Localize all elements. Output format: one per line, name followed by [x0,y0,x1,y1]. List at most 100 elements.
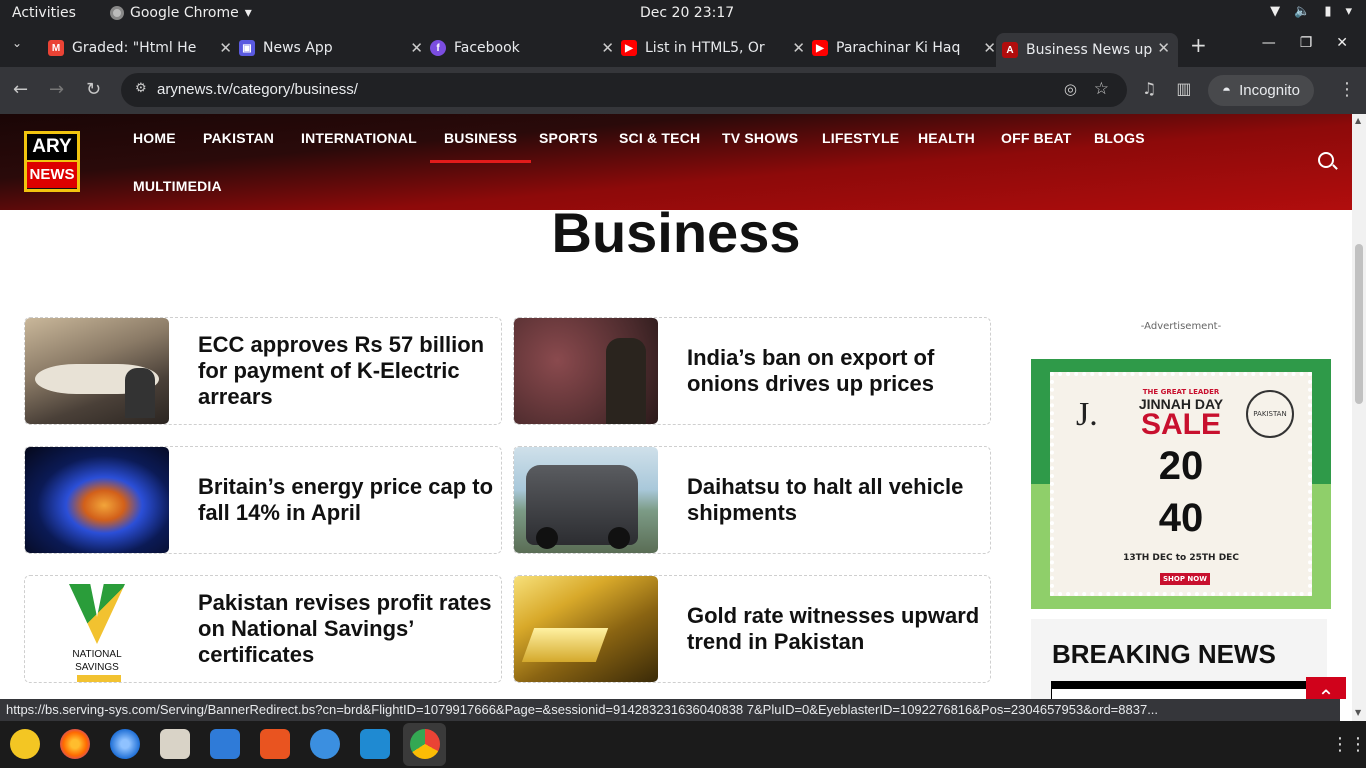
article-thumbnail[interactable] [514,576,658,682]
nav-tv-shows[interactable]: TV SHOWS [722,130,798,146]
eye-off-icon[interactable]: ◎ [1064,80,1077,98]
app-menu[interactable]: Google Chrome ▾ [110,5,252,21]
system-tray[interactable]: ▼ 🔈 ▮ ▾ [1270,4,1352,19]
ad-dates: 13TH DEC to 25TH DEC [1123,553,1239,563]
nav-off-beat[interactable]: OFF BEAT [1001,130,1072,146]
maximize-icon[interactable]: ❐ [1300,35,1313,51]
clock[interactable]: Dec 20 23:17 [640,5,734,21]
nav-blogs[interactable]: BLOGS [1094,130,1145,146]
side-panel-icon[interactable]: ▥ [1176,79,1191,98]
article-headline[interactable]: Pakistan revises profit rates on Nationa… [198,576,497,682]
tab-parachinar[interactable]: ▶ Parachinar Ki Haq ✕ [812,33,996,63]
appcenter-icon[interactable] [260,729,290,759]
gmail-icon: M [48,40,64,56]
close-icon[interactable]: ✕ [792,39,805,57]
site-info-icon[interactable]: ⚙ [135,81,147,96]
search-icon[interactable] [1318,152,1334,168]
thunderbird-icon[interactable] [110,729,140,759]
article-thumbnail[interactable] [514,318,658,424]
close-icon[interactable]: ✕ [219,39,232,57]
new-tab-button[interactable]: + [1190,33,1207,57]
nav-sports[interactable]: SPORTS [539,130,598,146]
article-headline[interactable]: India’s ban on export of onions drives u… [687,318,986,424]
article-thumbnail[interactable] [514,447,658,553]
back-to-top-button[interactable]: ⌃ [1306,677,1346,699]
rhythmbox-icon[interactable] [10,729,40,759]
facebook-icon: f [430,40,446,56]
show-apps-grid-icon[interactable]: ⋮⋮⋮ [1331,734,1366,755]
tab-strip: ⌄ M Graded: "Html He ✕ ▣ News App ✕ f Fa… [0,27,1366,67]
toolbar-actions: ♫ ▥ [1142,79,1191,98]
firefox-icon[interactable] [60,729,90,759]
breaking-news-box [1051,689,1317,699]
scroll-down-icon[interactable]: ▼ [1355,708,1361,717]
shop-now-button[interactable]: SHOP NOW [1160,573,1210,585]
forward-icon[interactable]: → [49,79,64,100]
vscode-icon[interactable] [360,729,390,759]
help-icon[interactable] [310,729,340,759]
minimize-icon[interactable]: — [1262,35,1276,51]
nav-home[interactable]: HOME [133,130,176,146]
arynews-icon: A [1002,42,1018,58]
article-card[interactable]: Gold rate witnesses upward trend in Paki… [513,575,991,683]
nav-international[interactable]: INTERNATIONAL [301,130,417,146]
close-icon[interactable]: ✕ [983,39,996,57]
activities-button[interactable]: Activities [12,5,76,21]
chrome-icon[interactable] [410,729,440,759]
tab-search-icon[interactable]: ⌄ [12,36,22,50]
article-headline[interactable]: Gold rate witnesses upward trend in Paki… [687,576,986,682]
address-bar[interactable]: ⚙ arynews.tv/category/business/ ◎ ☆ [121,73,1127,107]
files-icon[interactable] [160,729,190,759]
scroll-up-icon[interactable]: ▲ [1355,116,1361,125]
url-text[interactable]: arynews.tv/category/business/ [157,81,358,98]
article-card[interactable]: NATIONAL SAVINGS Pakistan revises profit… [24,575,502,683]
close-window-icon[interactable]: ✕ [1336,35,1348,51]
nav-pakistan[interactable]: PAKISTAN [203,130,274,146]
page-scrollbar[interactable]: ▲ ▼ [1352,114,1366,721]
window-controls: — ❐ ✕ [1262,35,1348,51]
ad-discount-2: 40 [1158,496,1204,540]
article-card[interactable]: Britain’s energy price cap to fall 14% i… [24,446,502,554]
nav-sci-tech[interactable]: SCI & TECH [619,130,700,146]
tab-facebook[interactable]: f Facebook ✕ [430,33,614,63]
close-icon[interactable]: ✕ [1157,39,1170,57]
nav-business[interactable]: BUSINESS [429,130,532,163]
incognito-badge[interactable]: ◓ Incognito [1208,75,1314,106]
article-thumbnail[interactable] [25,318,169,424]
site-header: ARY NEWS HOME PAKISTAN INTERNATIONAL BUS… [0,114,1352,210]
article-headline[interactable]: ECC approves Rs 57 billion for payment o… [198,318,497,424]
article-thumbnail[interactable] [25,447,169,553]
menu-kebab-icon[interactable]: ⋮ [1338,79,1356,100]
advertisement-banner[interactable]: J. PAKISTAN THE GREAT LEADER JINNAH DAY … [1031,359,1331,609]
tab-news-app[interactable]: ▣ News App ✕ [239,33,423,63]
close-icon[interactable]: ✕ [601,39,614,57]
tab-graded[interactable]: M Graded: "Html He ✕ [48,33,232,63]
battery-icon: ▮ [1324,4,1332,19]
chevron-down-icon: ▾ [1345,4,1352,19]
close-icon[interactable]: ✕ [410,39,423,57]
nav-lifestyle[interactable]: LIFESTYLE [822,130,899,146]
article-thumbnail[interactable]: NATIONAL SAVINGS [25,576,169,682]
tab-list-html5[interactable]: ▶ List in HTML5, Or ✕ [621,33,805,63]
ary-news-logo[interactable]: ARY NEWS [24,131,80,192]
system-top-bar: Activities Google Chrome ▾ Dec 20 23:17 … [0,0,1366,27]
breaking-news-widget: BREAKING NEWS [1031,619,1327,699]
article-headline[interactable]: Britain’s energy price cap to fall 14% i… [198,447,497,553]
nav-multimedia[interactable]: MULTIMEDIA [133,178,222,194]
advertisement-label: -Advertisement- [1140,321,1222,332]
back-icon[interactable]: ← [13,79,28,100]
bookmark-star-icon[interactable]: ☆ [1094,79,1109,99]
article-headline[interactable]: Daihatsu to halt all vehicle shipments [687,447,986,553]
tab-business-news[interactable]: A Business News up ✕ [996,33,1178,67]
scrollbar-thumb[interactable] [1355,244,1363,404]
chrome-icon [110,6,124,20]
browser-toolbar: ← → ↻ ⚙ arynews.tv/category/business/ ◎ … [0,67,1366,114]
article-card[interactable]: India’s ban on export of onions drives u… [513,317,991,425]
article-card[interactable]: ECC approves Rs 57 billion for payment o… [24,317,502,425]
youtube-icon: ▶ [621,40,637,56]
nav-health[interactable]: HEALTH [918,130,975,146]
media-control-icon[interactable]: ♫ [1142,79,1156,98]
writer-icon[interactable] [210,729,240,759]
reload-icon[interactable]: ↻ [86,79,101,100]
article-card[interactable]: Daihatsu to halt all vehicle shipments [513,446,991,554]
